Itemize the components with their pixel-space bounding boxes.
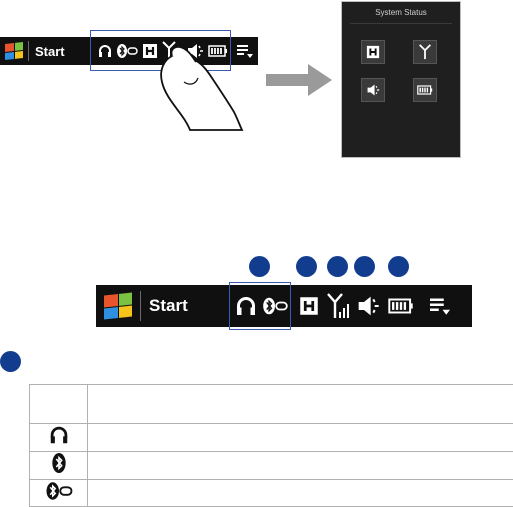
headset-icon [50, 426, 67, 444]
icon-legend-table [29, 384, 513, 507]
bluetooth-stereo-icon [46, 481, 72, 500]
callout-circle-2 [296, 256, 317, 277]
table-icon-cell [29, 423, 88, 452]
table-row [29, 423, 513, 452]
battery-icon[interactable] [388, 298, 414, 314]
callout-circle-4 [354, 256, 375, 277]
callout-circle-3 [327, 256, 348, 277]
hsdpa-tile[interactable] [361, 40, 385, 64]
taskbar-separator [28, 41, 29, 61]
bluetooth-icons-highlight [229, 282, 291, 330]
hsdpa-h-icon[interactable] [299, 296, 319, 316]
callout-circle-1 [249, 256, 270, 277]
table-header-row [29, 384, 513, 424]
speaker-icon[interactable] [356, 294, 380, 318]
callout-circle-5 [388, 256, 409, 277]
bluetooth-icon [51, 453, 66, 473]
panel-title: System Status [375, 8, 427, 17]
table-description-cell [87, 423, 513, 452]
table-icon-cell [29, 451, 88, 480]
table-icon-cell [29, 479, 88, 507]
table-description-cell [87, 451, 513, 480]
taskbar-separator [140, 291, 141, 321]
signal-icon[interactable] [327, 293, 349, 319]
menu-dropdown-icon[interactable] [428, 296, 452, 316]
start-button[interactable]: Start [149, 296, 188, 316]
table-header-description-cell [87, 384, 513, 424]
windows-logo-icon[interactable] [104, 292, 132, 320]
section-callout-circle-1 [0, 351, 21, 372]
table-description-cell [87, 479, 513, 507]
table-header-icon-cell [29, 384, 88, 424]
battery-tile[interactable] [413, 78, 437, 102]
signal-tile[interactable] [413, 40, 437, 64]
system-status-panel: System Status [341, 1, 461, 158]
windows-logo-icon[interactable] [5, 42, 23, 60]
start-button[interactable]: Start [35, 44, 65, 59]
table-row [29, 451, 513, 480]
table-row [29, 479, 513, 507]
tapping-hand [160, 45, 244, 131]
speaker-tile[interactable] [361, 78, 385, 102]
arrow-right-icon [266, 64, 332, 96]
